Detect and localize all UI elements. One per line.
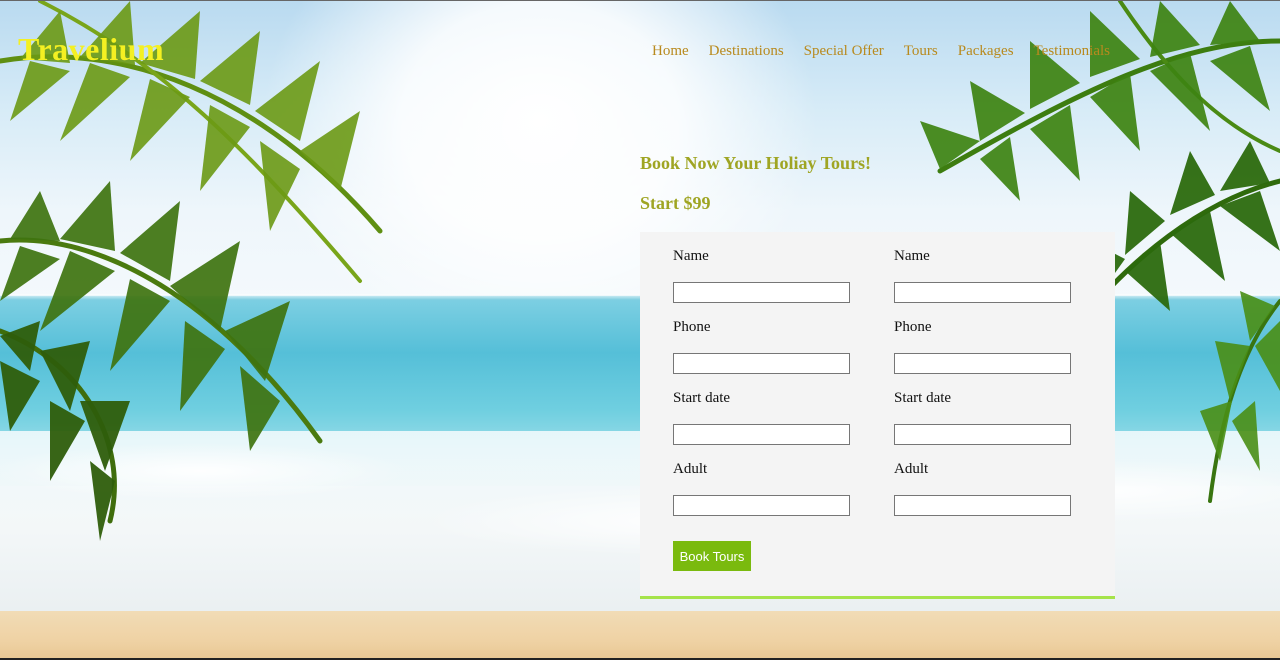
phone-label-left: Phone <box>673 319 711 335</box>
name-label-left: Name <box>673 248 709 264</box>
booking-form: Name Phone Start date Adult Name Phone S… <box>640 232 1115 599</box>
start-date-input-left[interactable] <box>673 424 850 445</box>
nav-destinations[interactable]: Destinations <box>709 43 784 60</box>
start-date-label-left: Start date <box>673 390 731 406</box>
adult-label-left: Adult <box>673 461 708 477</box>
nav-tours[interactable]: Tours <box>904 43 938 60</box>
sand <box>0 611 1280 658</box>
start-date-label-right: Start date <box>894 390 952 406</box>
name-input-right[interactable] <box>894 282 1071 303</box>
nav-home[interactable]: Home <box>652 43 689 60</box>
page: Travelium Home Destinations Special Offe… <box>0 0 1280 660</box>
nav-packages[interactable]: Packages <box>958 43 1014 60</box>
booking-price: Start $99 <box>640 193 711 213</box>
phone-input-right[interactable] <box>894 353 1071 374</box>
phone-label-right: Phone <box>894 319 932 335</box>
adult-label-right: Adult <box>894 461 929 477</box>
adult-input-left[interactable] <box>673 495 850 516</box>
booking-title: Book Now Your Holiay Tours! <box>640 153 872 173</box>
adult-input-right[interactable] <box>894 495 1071 516</box>
book-tours-button[interactable]: Book Tours <box>673 541 751 571</box>
nav-testimonials[interactable]: Testimonials <box>1034 43 1110 60</box>
site-logo[interactable]: Travelium <box>18 31 164 68</box>
name-input-left[interactable] <box>673 282 850 303</box>
start-date-input-right[interactable] <box>894 424 1071 445</box>
main-nav: Home Destinations Special Offer Tours Pa… <box>652 43 1130 60</box>
palm-leaves-left <box>0 1 383 541</box>
phone-input-left[interactable] <box>673 353 850 374</box>
nav-special-offer[interactable]: Special Offer <box>804 43 884 60</box>
name-label-right: Name <box>894 248 930 264</box>
